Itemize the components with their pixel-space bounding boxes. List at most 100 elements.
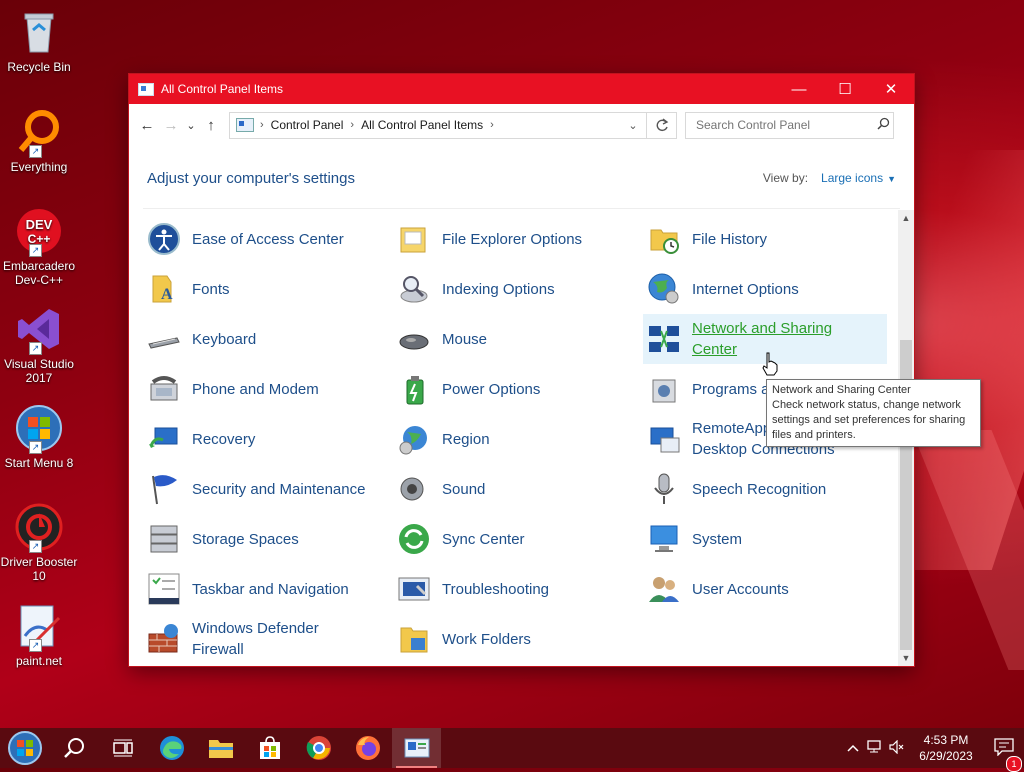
cp-item-work-folders[interactable]: Work Folders — [393, 614, 643, 664]
taskbar-edge[interactable] — [147, 728, 196, 768]
cp-item-label[interactable]: File Explorer Options — [442, 229, 582, 250]
cp-item-phone-and-modem[interactable]: Phone and Modem — [143, 364, 393, 414]
cp-item-label[interactable]: Fonts — [192, 279, 230, 300]
cp-item-label[interactable]: Power Options — [442, 379, 540, 400]
cp-item-taskbar-and-navigation[interactable]: Taskbar and Navigation — [143, 564, 393, 614]
task-view-button[interactable] — [98, 728, 147, 768]
cp-item-label[interactable]: Region — [442, 429, 490, 450]
chevron-right-icon[interactable]: › — [350, 119, 354, 131]
clock[interactable]: 4:53 PM 6/29/2023 — [908, 732, 984, 764]
view-by-dropdown[interactable]: Large icons ▼ — [821, 171, 896, 185]
address-bar[interactable]: › Control Panel › All Control Panel Item… — [229, 111, 647, 139]
taskbar-store[interactable] — [245, 728, 294, 768]
cp-item-internet-options[interactable]: Internet Options — [643, 264, 893, 314]
network-status-icon[interactable] — [864, 739, 886, 757]
taskbar-chrome[interactable] — [294, 728, 343, 768]
breadcrumb-control-panel[interactable]: Control Panel — [271, 118, 344, 132]
cp-item-label[interactable]: Phone and Modem — [192, 379, 319, 400]
cp-item-troubleshooting[interactable]: Troubleshooting — [393, 564, 643, 614]
back-button[interactable]: ← — [135, 117, 159, 134]
recent-locations-button[interactable]: ⌄ — [183, 119, 199, 132]
cp-item-label[interactable]: Work Folders — [442, 629, 531, 650]
scroll-down-icon[interactable]: ▼ — [898, 650, 914, 666]
desktop-icon-label: Visual Studio 2017 — [4, 357, 74, 385]
content-header: Adjust your computer's settings View by:… — [147, 164, 896, 192]
chevron-right-icon[interactable]: › — [490, 119, 494, 131]
cp-item-label[interactable]: Internet Options — [692, 279, 799, 300]
cp-item-label[interactable]: Sync Center — [442, 529, 525, 550]
desktop-icon-devcpp[interactable]: DEV C++ ↗ Embarcadero Dev-C++ — [0, 207, 78, 287]
cp-item-label[interactable]: Security and Maintenance — [192, 479, 365, 500]
maximize-button[interactable]: ☐ — [822, 74, 868, 104]
divider — [143, 208, 900, 209]
view-by-value[interactable]: Large icons — [821, 171, 883, 185]
search-icon[interactable] — [873, 117, 893, 133]
taskbar-control-panel[interactable] — [392, 728, 441, 768]
cp-item-file-explorer-options[interactable]: File Explorer Options — [393, 214, 643, 264]
start-button[interactable] — [0, 728, 49, 768]
taskbar-search-button[interactable] — [49, 728, 98, 768]
caret-down-icon[interactable]: ▼ — [887, 174, 896, 184]
cp-item-power-options[interactable]: Power Options — [393, 364, 643, 414]
cp-item-security-and-maintenance[interactable]: Security and Maintenance — [143, 464, 393, 514]
cp-item-label[interactable]: Keyboard — [192, 329, 256, 350]
cp-item-keyboard[interactable]: Keyboard — [143, 314, 393, 364]
notifications-button[interactable]: 1 — [984, 737, 1024, 772]
cp-item-fonts[interactable]: A Fonts — [143, 264, 393, 314]
cp-item-file-history[interactable]: File History — [643, 214, 893, 264]
cp-item-label[interactable]: Storage Spaces — [192, 529, 299, 550]
scroll-up-icon[interactable]: ▲ — [898, 210, 914, 226]
taskbar-firefox[interactable] — [343, 728, 392, 768]
cp-item-label[interactable]: Speech Recognition — [692, 479, 826, 500]
close-button[interactable]: ✕ — [868, 74, 914, 104]
cp-item-region[interactable]: Region — [393, 414, 643, 464]
recovery-icon — [147, 422, 181, 456]
cp-item-system[interactable]: System — [643, 514, 893, 564]
breadcrumb-all-items[interactable]: All Control Panel Items — [361, 118, 483, 132]
cp-item-label[interactable]: User Accounts — [692, 579, 789, 600]
volume-muted-icon[interactable] — [886, 739, 908, 757]
cp-item-label[interactable]: Taskbar and Navigation — [192, 579, 349, 600]
chevron-down-icon[interactable]: ⌄ — [620, 119, 646, 132]
cp-item-label[interactable]: System — [692, 529, 742, 550]
cp-item-ease-of-access[interactable]: Ease of Access Center — [143, 214, 393, 264]
cp-item-indexing-options[interactable]: Indexing Options — [393, 264, 643, 314]
cp-item-storage-spaces[interactable]: Storage Spaces — [143, 514, 393, 564]
cp-item-recovery[interactable]: Recovery — [143, 414, 393, 464]
search-input[interactable] — [694, 117, 873, 133]
cp-item-windows-defender-firewall[interactable]: Windows Defender Firewall — [143, 614, 393, 664]
phone-icon — [147, 372, 181, 406]
cp-item-label[interactable]: Recovery — [192, 429, 255, 450]
cp-item-mouse[interactable]: Mouse — [393, 314, 643, 364]
visual-studio-icon: ↗ — [15, 305, 63, 355]
search-box[interactable] — [685, 111, 894, 139]
desktop-icon-everything[interactable]: ↗ Everything — [0, 108, 78, 174]
cp-item-speech-recognition[interactable]: Speech Recognition — [643, 464, 893, 514]
sync-icon — [397, 522, 431, 556]
cp-item-sound[interactable]: Sound — [393, 464, 643, 514]
chevron-up-icon[interactable] — [842, 741, 864, 755]
desktop-icon-paintnet[interactable]: ↗ paint.net — [0, 602, 78, 668]
cp-item-user-accounts[interactable]: User Accounts — [643, 564, 893, 614]
minimize-button[interactable]: — — [776, 74, 822, 104]
cp-item-sync-center[interactable]: Sync Center — [393, 514, 643, 564]
refresh-button[interactable] — [647, 111, 677, 139]
cp-item-label[interactable]: Indexing Options — [442, 279, 555, 300]
cp-item-label[interactable]: Windows Defender Firewall — [192, 618, 372, 660]
up-button[interactable]: ↑ — [199, 117, 223, 134]
cp-item-label[interactable]: Troubleshooting — [442, 579, 549, 600]
taskbar-file-explorer[interactable] — [196, 728, 245, 768]
remoteapp-icon — [647, 422, 681, 456]
desktop-icon-visual-studio[interactable]: ↗ Visual Studio 2017 — [0, 305, 78, 385]
title-bar[interactable]: All Control Panel Items — ☐ ✕ — [129, 74, 914, 104]
desktop-icon-recycle-bin[interactable]: Recycle Bin — [0, 8, 78, 74]
desktop-icon-start-menu-8[interactable]: ↗ Start Menu 8 — [0, 404, 78, 470]
storage-icon — [147, 522, 181, 556]
forward-button[interactable]: → — [159, 117, 183, 134]
chevron-right-icon[interactable]: › — [260, 119, 264, 131]
cp-item-label[interactable]: Sound — [442, 479, 485, 500]
cp-item-label[interactable]: Mouse — [442, 329, 487, 350]
desktop-icon-driver-booster[interactable]: ↗ Driver Booster 10 — [0, 503, 78, 583]
cp-item-label[interactable]: File History — [692, 229, 767, 250]
cp-item-label[interactable]: Ease of Access Center — [192, 229, 344, 250]
